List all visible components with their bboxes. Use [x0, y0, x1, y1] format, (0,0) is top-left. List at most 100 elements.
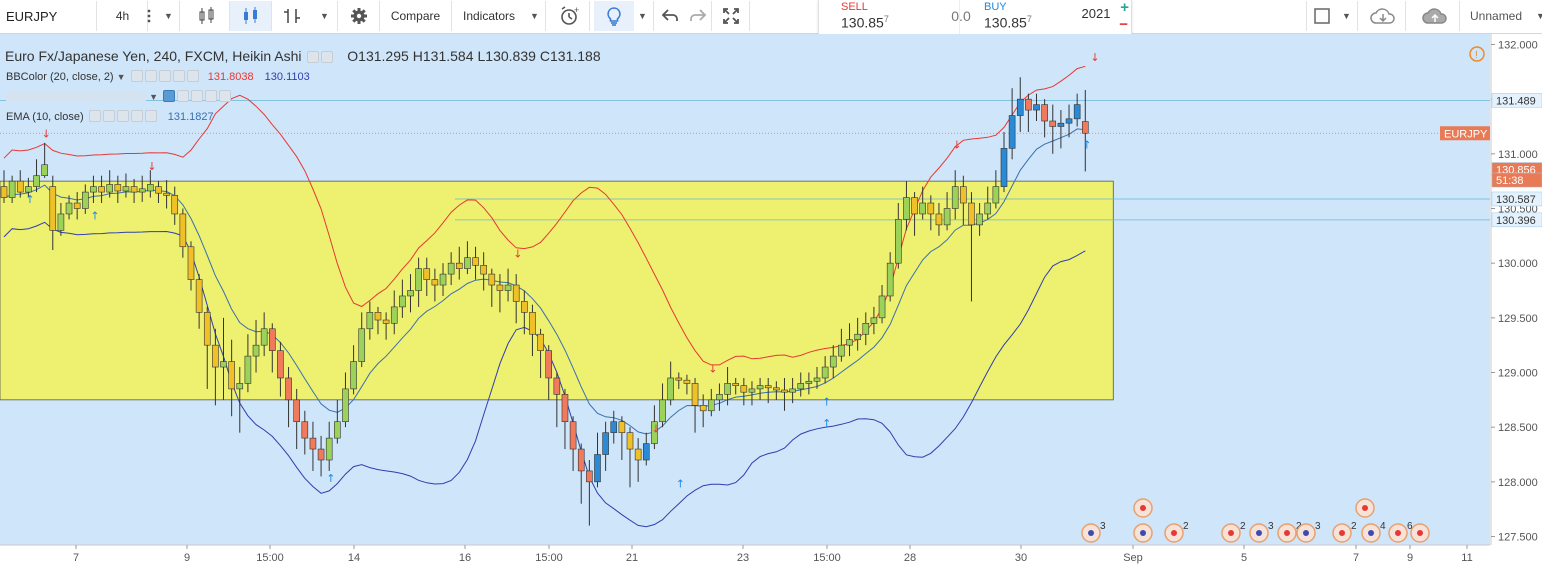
chart-style-dropdown-icon[interactable]: ▼ — [312, 1, 338, 31]
candle-body[interactable] — [594, 454, 601, 483]
candle-body[interactable] — [854, 333, 861, 341]
chart-layout-icon[interactable] — [1306, 1, 1336, 31]
bb-delete-icon[interactable] — [186, 70, 199, 82]
ema-settings-icon[interactable] — [102, 110, 115, 122]
price-axis[interactable] — [1491, 34, 1542, 545]
candle-body[interactable] — [691, 383, 699, 406]
interval-menu-icon[interactable] — [138, 1, 160, 31]
candle-body[interactable] — [968, 202, 975, 226]
candle-body[interactable] — [163, 192, 170, 196]
candle-body[interactable] — [618, 421, 626, 433]
candles-style-icon[interactable] — [230, 1, 272, 31]
candle-body[interactable] — [1008, 115, 1016, 149]
alert-clock-icon[interactable]: + — [550, 1, 590, 31]
indicators-button[interactable]: Indicators — [452, 1, 526, 31]
legend-settings-icon[interactable] — [321, 51, 334, 63]
hidden-indicator-more-icon[interactable] — [205, 90, 218, 102]
candle-body[interactable] — [106, 184, 113, 193]
candle-body[interactable] — [586, 470, 593, 483]
candle-body[interactable] — [244, 355, 252, 384]
candle-body[interactable] — [553, 377, 561, 395]
candle-body[interactable] — [358, 328, 366, 362]
candle-body[interactable] — [252, 344, 260, 357]
candle-body[interactable] — [390, 306, 398, 324]
candle-body[interactable] — [708, 399, 715, 412]
candle-body[interactable] — [1057, 122, 1065, 127]
candle-body[interactable] — [838, 344, 845, 357]
bb-dropdown-icon[interactable]: ▼ — [117, 72, 126, 82]
candle-body[interactable] — [179, 213, 187, 248]
candle-body[interactable] — [667, 377, 674, 401]
candle-body[interactable] — [73, 202, 81, 209]
candle-body[interactable] — [496, 284, 504, 291]
compare-button[interactable]: Compare — [380, 1, 452, 31]
candle-body[interactable] — [960, 186, 967, 204]
candle-body[interactable] — [521, 301, 528, 313]
hidden-indicator-close-icon[interactable] — [191, 90, 204, 102]
candle-body[interactable] — [65, 202, 73, 215]
candle-body[interactable] — [1081, 121, 1089, 134]
candle-body[interactable] — [764, 385, 772, 389]
layout-name-button[interactable]: Unnamed ▼ — [1464, 1, 1542, 31]
legend-eye-icon[interactable] — [307, 51, 320, 63]
candle-body[interactable] — [488, 273, 496, 286]
replay-dropdown-icon[interactable]: ▼ — [632, 1, 654, 31]
hidden-indicator-eye-icon[interactable] — [163, 90, 176, 102]
candle-body[interactable] — [732, 383, 740, 386]
candle-body[interactable] — [171, 195, 179, 215]
hidden-indicator-delete-icon[interactable] — [219, 90, 232, 102]
candle-body[interactable] — [423, 268, 431, 280]
candle-body[interactable] — [260, 328, 268, 346]
candle-body[interactable] — [1041, 104, 1048, 122]
cloud-load-icon[interactable] — [1360, 1, 1406, 31]
candle-body[interactable] — [439, 273, 447, 286]
candle-body[interactable] — [277, 350, 284, 379]
candle-body[interactable] — [992, 186, 1000, 204]
candle-body[interactable] — [49, 186, 57, 231]
candle-body[interactable] — [903, 197, 910, 220]
candle-body[interactable] — [529, 312, 536, 335]
candle-body[interactable] — [122, 186, 130, 192]
candle-body[interactable] — [626, 432, 634, 450]
candle-body[interactable] — [886, 262, 894, 297]
chart-layout-dropdown-icon[interactable]: ▼ — [1336, 1, 1358, 31]
quantity-increase-icon[interactable]: + — [1120, 0, 1129, 16]
candle-body[interactable] — [862, 323, 870, 335]
candle-body[interactable] — [545, 350, 553, 379]
bb-more-icon[interactable] — [172, 70, 185, 82]
candle-body[interactable] — [927, 202, 935, 215]
candle-body[interactable] — [740, 385, 748, 393]
candle-body[interactable] — [1033, 104, 1040, 111]
ema-delete-icon[interactable] — [144, 110, 157, 122]
quantity-field[interactable]: 2021 — [1077, 6, 1115, 21]
fullscreen-icon[interactable] — [712, 1, 750, 31]
candle-body[interactable] — [293, 399, 300, 423]
undo-icon[interactable] — [656, 1, 684, 31]
symbol-search-input[interactable] — [1, 1, 97, 31]
hidden-indicator-settings-icon[interactable] — [177, 90, 190, 102]
candle-body[interactable] — [382, 319, 390, 324]
candle-body[interactable] — [90, 186, 97, 193]
bb-close-icon[interactable] — [158, 70, 171, 82]
candle-body[interactable] — [935, 213, 943, 226]
candle-body[interactable] — [325, 437, 333, 461]
bb-settings-icon[interactable] — [144, 70, 157, 82]
candle-body[interactable] — [8, 180, 16, 198]
candle-body[interactable] — [195, 279, 203, 313]
candle-body[interactable] — [309, 437, 317, 450]
candle-body[interactable] — [781, 389, 788, 393]
candle-body[interactable] — [878, 295, 886, 319]
candle-body[interactable] — [268, 328, 276, 351]
candle-body[interactable] — [512, 284, 520, 302]
candle-body[interactable] — [41, 164, 48, 176]
candle-body[interactable] — [1065, 118, 1073, 124]
candle-body[interactable] — [155, 186, 162, 194]
candle-body[interactable] — [431, 279, 439, 286]
candle-body[interactable] — [919, 202, 926, 215]
candle-body[interactable] — [1016, 98, 1024, 116]
candle-body[interactable] — [57, 213, 65, 231]
candle-body[interactable] — [683, 379, 691, 384]
ema-eye-icon[interactable] — [88, 110, 101, 122]
replay-bulb-icon[interactable] — [594, 1, 634, 31]
candle-body[interactable] — [98, 186, 105, 193]
